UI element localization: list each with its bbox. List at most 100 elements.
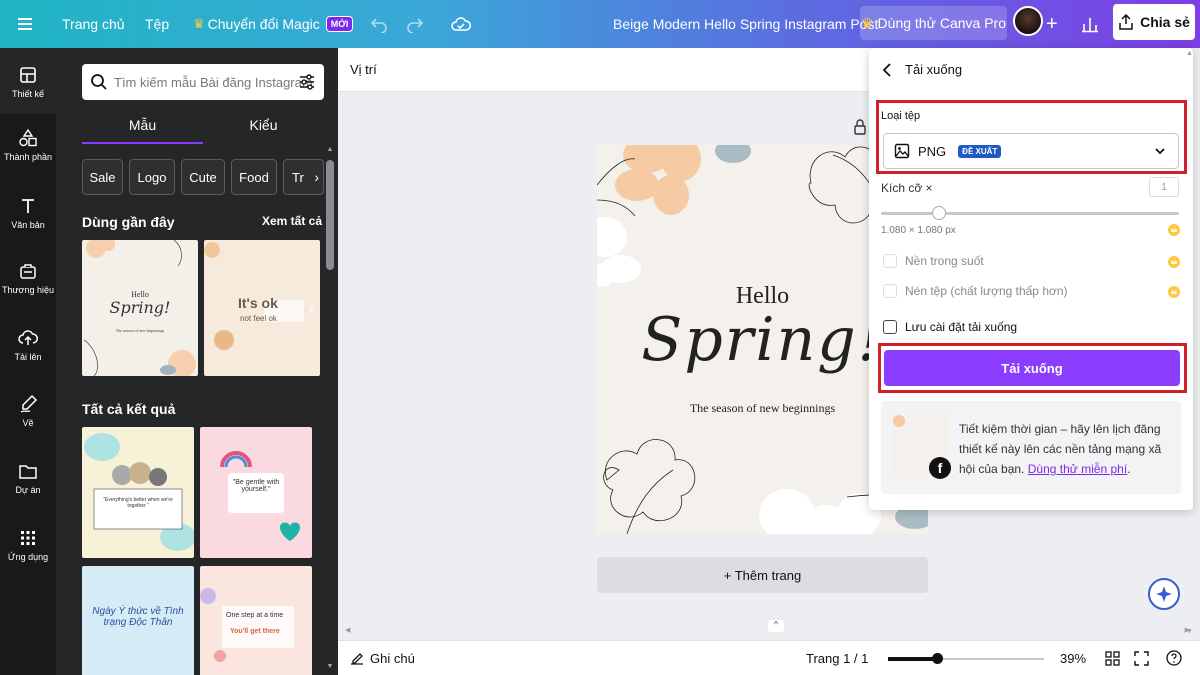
see-all-link[interactable]: Xem tất cả [262, 214, 322, 228]
rail-item-brand[interactable]: Thương hiệu [0, 261, 56, 295]
rail-label: Thương hiệu [2, 285, 54, 295]
compress-file-option[interactable]: Nén tệp (chất lượng thấp hơn) [883, 284, 1068, 298]
redo-icon[interactable] [406, 0, 424, 48]
lock-icon[interactable] [853, 119, 867, 140]
home-link[interactable]: Trang chủ [62, 0, 125, 48]
rail-item-text[interactable]: Văn bản [0, 196, 56, 230]
transparent-bg-option[interactable]: Nền trong suốt [883, 254, 984, 268]
sparkle-icon [1156, 586, 1172, 602]
download-panel: Tải xuống Loại tệp PNG ĐỀ XUẤT Kích cỡ ×… [869, 48, 1193, 510]
position-button[interactable]: Vị trí [350, 62, 377, 77]
try-canva-pro-button[interactable]: ♛ Dùng thử Canva Pro [860, 6, 1007, 40]
back-chevron-icon[interactable] [881, 62, 893, 77]
all-results-title: Tất cả kết quả [82, 401, 176, 417]
save-settings-option[interactable]: Lưu cài đặt tải xuống [883, 320, 1017, 334]
help-icon[interactable] [1166, 650, 1182, 671]
template-thumbnail[interactable]: One step at a time You'll get there [200, 566, 312, 675]
file-menu[interactable]: Tệp [145, 0, 169, 48]
undo-icon[interactable] [370, 0, 388, 48]
size-slider[interactable] [881, 212, 1179, 215]
new-badge: MỚI [325, 16, 354, 32]
checkbox[interactable] [883, 284, 897, 298]
grid-view-icon[interactable] [1105, 651, 1120, 671]
zoom-percentage[interactable]: 39% [1060, 651, 1086, 666]
hamburger-menu-icon[interactable] [16, 0, 34, 48]
template-thumbnail[interactable]: It's ok not feel ok › [204, 240, 320, 376]
flower-decoration [200, 588, 294, 662]
template-thumbnail[interactable]: "Everything's better when we're together… [82, 427, 194, 558]
search-placeholder: Tìm kiếm mẫu Bài đăng Instagram [114, 74, 313, 90]
rail-item-elements[interactable]: Thành phần [0, 128, 56, 162]
document-title[interactable]: Beige Modern Hello Spring Instagram Post [613, 0, 878, 48]
crown-icon: ♛ [860, 14, 874, 31]
template-thumbnail[interactable]: Hello Spring! The season of new beginnin… [82, 240, 198, 376]
layout-icon [20, 67, 36, 83]
try-free-link[interactable]: Dùng thử miễn phí [1028, 462, 1127, 476]
size-label: Kích cỡ × [881, 181, 933, 195]
promo-period: . [1127, 462, 1131, 476]
filter-sliders-icon[interactable] [298, 73, 316, 91]
transparent-bg-label: Nền trong suốt [905, 254, 984, 268]
add-page-button[interactable]: + Thêm trang [597, 557, 928, 593]
templates-panel: Tìm kiếm mẫu Bài đăng Instagram Mẫu Kiểu… [56, 48, 338, 675]
size-input[interactable]: 1 [1149, 177, 1179, 197]
filter-chip[interactable]: Cute [181, 159, 225, 195]
checkbox[interactable] [883, 254, 897, 268]
rail-label: Thành phần [3, 152, 53, 162]
tab-styles[interactable]: Kiểu [203, 108, 324, 142]
filter-chip-label: Tr [292, 169, 304, 185]
rail-label: Văn bản [11, 220, 45, 230]
rail-label: Ứng dụng [7, 552, 49, 562]
template-thumbnail[interactable]: Ngày Ý thức về Tình trạng Độc Thân [82, 566, 194, 675]
plus-icon[interactable]: + [1046, 0, 1058, 48]
recent-section-title: Dùng gần đây [82, 214, 175, 230]
checkbox[interactable] [883, 320, 897, 334]
save-settings-label: Lưu cài đặt tải xuống [905, 320, 1018, 334]
thumb-text: One step at a time [226, 612, 284, 619]
rail-item-projects[interactable]: Dự án [0, 461, 56, 495]
fullscreen-icon[interactable] [1134, 651, 1149, 671]
active-tab-indicator [82, 142, 203, 144]
chevron-right-icon[interactable]: › [314, 169, 319, 185]
template-thumbnail[interactable]: "Be gentle with yourself." [200, 427, 312, 558]
zoom-slider-fill [888, 657, 938, 661]
rail-label: Vẽ [22, 418, 34, 428]
share-button[interactable]: Chia sẻ [1113, 4, 1195, 40]
download-panel-header: Tải xuống [881, 62, 962, 77]
tab-templates[interactable]: Mẫu [82, 108, 203, 142]
download-button[interactable]: Tải xuống [884, 350, 1180, 386]
notes-button[interactable]: Ghi chú [350, 651, 415, 666]
rail-item-apps[interactable]: Ứng dụng [0, 528, 56, 562]
filter-chip[interactable]: Food [231, 159, 277, 195]
recommended-badge: ĐỀ XUẤT [958, 144, 1002, 158]
thumb-text: "Everything's better when we're together… [103, 497, 173, 509]
avatar[interactable] [1013, 6, 1043, 36]
rail-label: Tải lên [14, 352, 42, 362]
page-indicator[interactable]: Trang 1 / 1 [806, 651, 868, 666]
search-input[interactable]: Tìm kiếm mẫu Bài đăng Instagram [82, 64, 324, 100]
editor-scrollbar[interactable]: ▲ ▼ [1186, 50, 1196, 635]
thumb-text: The season of new beginnings [115, 328, 165, 333]
rail-item-design[interactable]: Thiết kế [0, 48, 56, 114]
chevron-right-icon[interactable]: › [309, 300, 314, 318]
horizontal-scrollbar[interactable]: ◀ ^ ▶ [345, 620, 1190, 636]
upload-icon [18, 330, 38, 345]
panel-scrollbar[interactable]: ▲ ▼ [326, 146, 334, 673]
chevron-down-icon [1155, 148, 1165, 155]
search-icon [91, 74, 107, 90]
cloud-saved-icon[interactable] [451, 0, 471, 48]
zoom-slider-thumb[interactable] [932, 653, 944, 664]
rail-item-uploads[interactable]: Tải lên [0, 328, 56, 362]
magic-assistant-button[interactable] [1148, 578, 1180, 610]
text-icon [22, 199, 34, 213]
share-label: Chia sẻ [1140, 14, 1190, 30]
magic-switch-button[interactable]: ♛ Chuyển đổi Magic MỚI [193, 0, 354, 48]
filter-chip[interactable]: Sale [82, 159, 123, 195]
file-type-select[interactable]: PNG ĐỀ XUẤT [883, 133, 1179, 169]
size-slider-thumb[interactable] [932, 206, 946, 220]
thumb-text: Ngày Ý thức về Tình trạng Độc Thân [92, 606, 184, 628]
rail-item-draw[interactable]: Vẽ [0, 394, 56, 428]
filter-chip[interactable]: Logo [129, 159, 175, 195]
insights-chart-icon[interactable] [1081, 0, 1099, 48]
filter-chip[interactable]: Tr › [283, 159, 324, 195]
